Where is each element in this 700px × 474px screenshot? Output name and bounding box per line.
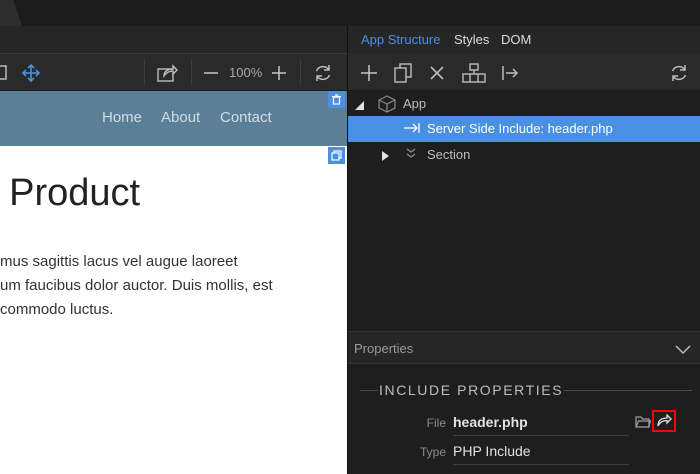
expand-triangle-icon[interactable] — [355, 98, 364, 113]
property-type: Type PHP Include — [348, 439, 700, 465]
paragraph-line: mus sagittis lacus vel augue laoreet — [0, 253, 238, 270]
tab-dom[interactable]: DOM — [501, 32, 531, 47]
structure-toolbar — [348, 54, 700, 91]
refresh-icon[interactable] — [668, 54, 690, 91]
zoom-out-icon[interactable] — [202, 54, 220, 91]
design-tab-bar — [0, 26, 347, 54]
include-properties-section: INCLUDE PROPERTIES — [348, 381, 700, 401]
duplicate-element-icon[interactable] — [328, 147, 345, 164]
section-title: INCLUDE PROPERTIES — [379, 382, 564, 398]
document-tab[interactable] — [0, 0, 22, 26]
nav-link-about[interactable]: About — [161, 109, 200, 126]
cube-icon — [378, 95, 396, 116]
delete-element-icon[interactable] — [328, 91, 345, 108]
properties-header[interactable]: Properties — [348, 331, 700, 364]
file-input[interactable]: header.php — [453, 414, 629, 436]
group-icon[interactable] — [461, 54, 487, 91]
tree-node-label: Server Side Include: header.php — [427, 121, 613, 136]
section-chevrons-icon — [405, 147, 417, 162]
collapse-triangle-icon[interactable] — [382, 149, 389, 164]
properties-title: Properties — [354, 341, 414, 356]
tab-styles[interactable]: Styles — [454, 32, 489, 47]
panel-tabs: App Structure Styles DOM — [348, 26, 700, 54]
open-file-button[interactable] — [652, 410, 676, 432]
type-select[interactable]: PHP Include — [453, 443, 629, 465]
toolbar-divider — [144, 60, 145, 85]
body-paragraph: mus sagittis lacus vel augue laoreet um … — [0, 250, 347, 322]
nav-link-contact[interactable]: Contact — [220, 109, 272, 126]
paragraph-line: um faucibus dolor auctor. Duis mollis, e… — [0, 277, 273, 294]
tree-node-label: Section — [427, 147, 471, 162]
delete-icon[interactable] — [427, 54, 447, 91]
nav-link-home[interactable]: Home — [102, 109, 142, 126]
move-icon[interactable] — [20, 54, 42, 91]
toolbar-divider — [191, 60, 192, 85]
add-icon[interactable] — [358, 54, 380, 91]
property-file: File header.php — [348, 410, 700, 436]
select-icon[interactable] — [0, 54, 10, 91]
site-navbar: Home About Contact — [0, 91, 347, 146]
paragraph-line: commodo luctus. — [0, 301, 114, 318]
tab-app-structure[interactable]: App Structure — [361, 32, 441, 47]
property-label: Type — [419, 445, 446, 459]
duplicate-icon[interactable] — [392, 54, 414, 91]
design-view: 100% Home About Contact ı Product m — [0, 26, 347, 474]
include-arrow-icon — [403, 121, 421, 138]
tree-node-app[interactable]: App — [348, 91, 700, 117]
tree-node-label: App — [403, 96, 427, 111]
design-toolbar: 100% — [0, 54, 347, 91]
refresh-icon[interactable] — [312, 54, 334, 91]
chevron-down-icon[interactable] — [675, 342, 691, 360]
tree-node-server-include[interactable]: Server Side Include: header.php — [348, 116, 700, 142]
section-rule — [360, 390, 378, 391]
structure-panel: App Structure Styles DOM App Server Side… — [347, 26, 700, 474]
folder-icon[interactable] — [635, 415, 652, 433]
zoom-in-icon[interactable] — [270, 54, 288, 91]
move-out-icon[interactable] — [499, 54, 521, 91]
headline-text: Product — [9, 172, 141, 214]
forward-arrow-icon — [657, 414, 672, 427]
page-headline: ı Product — [0, 172, 140, 215]
zoom-level[interactable]: 100% — [229, 54, 262, 91]
property-label: File — [426, 416, 446, 430]
section-rule — [564, 390, 692, 391]
toolbar-divider — [300, 60, 301, 85]
share-icon[interactable] — [155, 54, 179, 91]
window-top-strip — [0, 0, 700, 26]
tree-node-section[interactable]: Section — [348, 142, 700, 168]
